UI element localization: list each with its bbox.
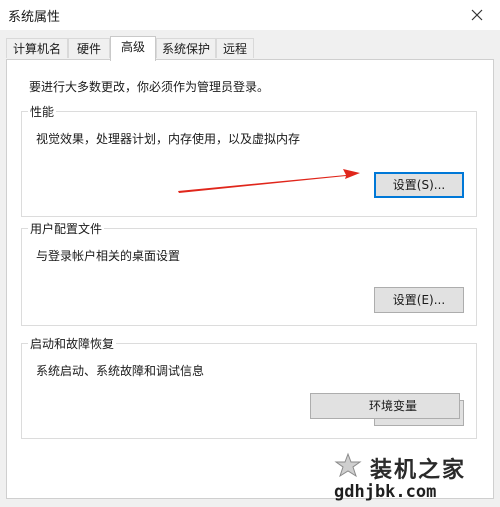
user-profiles-label: 用户配置文件: [28, 220, 105, 237]
tab-hardware[interactable]: 硬件: [68, 38, 110, 58]
startup-recovery-desc: 系统启动、系统故障和调试信息: [36, 364, 205, 378]
tab-remote[interactable]: 远程: [216, 38, 254, 58]
environment-variables-button[interactable]: 环境变量: [310, 393, 460, 419]
title-bar: 系统属性: [0, 0, 500, 30]
startup-recovery-group: 启动和故障恢复 系统启动、系统故障和调试信息 设置(T)...: [21, 335, 477, 439]
tab-bar: 计算机名 硬件 高级 系统保护 远程: [6, 36, 494, 61]
performance-group: 性能 视觉效果，处理器计划，内存使用，以及虚拟内存 设置(S)...: [21, 103, 477, 217]
performance-desc: 视觉效果，处理器计划，内存使用，以及虚拟内存: [36, 132, 301, 146]
advanced-panel: 要进行大多数更改，你必须作为管理员登录。 性能 视觉效果，处理器计划，内存使用，…: [6, 59, 494, 499]
window-title: 系统属性: [8, 10, 61, 25]
tab-computer-name[interactable]: 计算机名: [6, 38, 68, 58]
user-profiles-desc: 与登录帐户相关的桌面设置: [36, 249, 181, 263]
user-profiles-settings-button[interactable]: 设置(E)...: [374, 287, 464, 313]
close-icon: [471, 9, 483, 21]
startup-recovery-label: 启动和故障恢复: [28, 335, 117, 352]
performance-label: 性能: [28, 103, 57, 120]
performance-settings-button[interactable]: 设置(S)...: [374, 172, 464, 198]
tab-advanced[interactable]: 高级: [110, 36, 156, 61]
close-button[interactable]: [454, 0, 500, 30]
tab-system-protection[interactable]: 系统保护: [156, 38, 216, 58]
user-profiles-group: 用户配置文件 与登录帐户相关的桌面设置 设置(E)...: [21, 220, 477, 326]
admin-note: 要进行大多数更改，你必须作为管理员登录。: [29, 80, 270, 94]
